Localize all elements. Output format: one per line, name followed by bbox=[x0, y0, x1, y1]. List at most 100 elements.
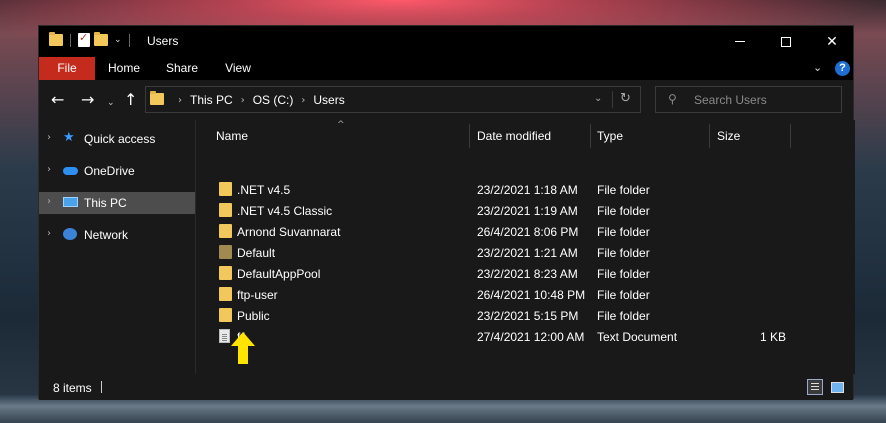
column-header-size[interactable]: Size bbox=[717, 129, 740, 143]
forward-arrow-icon[interactable]: → bbox=[81, 90, 94, 110]
quick-access-toolbar: ⌄ bbox=[49, 31, 133, 47]
sidebar-item-network[interactable]: › Network bbox=[39, 224, 195, 246]
column-divider[interactable] bbox=[790, 124, 791, 148]
file-type: Text Document bbox=[597, 330, 678, 344]
minimize-icon bbox=[735, 41, 745, 42]
tab-share[interactable]: Share bbox=[159, 57, 205, 80]
file-explorer-window: ⌄ Users ✕ File Home Share View ⌄ ? ← → ⌄… bbox=[38, 25, 855, 400]
file-name: ftp-user bbox=[237, 288, 278, 302]
file-type: File folder bbox=[597, 288, 650, 302]
file-date: 23/2/2021 1:18 AM bbox=[477, 183, 578, 197]
item-count: 8 items bbox=[53, 381, 92, 395]
sidebar-item-label: OneDrive bbox=[84, 164, 135, 178]
title-bar: ⌄ Users ✕ bbox=[39, 26, 853, 57]
quick-access-star-icon: ★ bbox=[63, 130, 75, 145]
back-arrow-icon[interactable]: ← bbox=[51, 90, 64, 110]
tab-view[interactable]: View bbox=[215, 57, 261, 80]
sidebar-item-label: This PC bbox=[84, 196, 127, 210]
breadcrumb-users[interactable]: Users bbox=[313, 93, 344, 107]
column-divider[interactable] bbox=[590, 124, 591, 148]
refresh-icon[interactable]: ↻ bbox=[620, 91, 631, 106]
customize-toolbar-chevron-icon[interactable]: ⌄ bbox=[114, 35, 122, 45]
large-icons-view-icon[interactable] bbox=[829, 379, 845, 395]
maximize-button[interactable] bbox=[763, 26, 809, 57]
minimize-button[interactable] bbox=[717, 26, 763, 57]
tab-home[interactable]: Home bbox=[101, 57, 147, 80]
address-bar[interactable]: › This PC › OS (C:) › Users ⌄ ↻ bbox=[145, 86, 641, 113]
breadcrumb-separator-icon[interactable]: › bbox=[178, 95, 182, 106]
file-type: File folder bbox=[597, 309, 650, 323]
close-button[interactable]: ✕ bbox=[809, 26, 855, 57]
sidebar-item-label: Network bbox=[84, 228, 129, 242]
recent-locations-chevron-icon[interactable]: ⌄ bbox=[107, 93, 115, 113]
status-divider bbox=[101, 381, 102, 393]
column-divider[interactable] bbox=[709, 124, 710, 148]
search-input[interactable] bbox=[694, 91, 834, 109]
search-box[interactable]: ⚲ bbox=[655, 86, 842, 113]
expand-ribbon-chevron-icon[interactable]: ⌄ bbox=[813, 61, 822, 74]
sidebar-item-label: Quick access bbox=[84, 132, 156, 146]
help-icon[interactable]: ? bbox=[835, 61, 850, 76]
column-header-type[interactable]: Type bbox=[597, 129, 623, 143]
table-row[interactable]: Public 23/2/2021 5:15 PM File folder bbox=[197, 305, 855, 326]
navigation-pane: › ★ Quick access › OneDrive › This PC › … bbox=[39, 120, 196, 374]
sort-ascending-icon: ^ bbox=[337, 120, 345, 130]
folder-icon bbox=[219, 308, 232, 322]
file-date: 23/2/2021 1:21 AM bbox=[477, 246, 578, 260]
table-row[interactable]: .NET v4.5 23/2/2021 1:18 AM File folder bbox=[197, 179, 855, 200]
toolbar-divider bbox=[128, 33, 130, 47]
table-row[interactable]: f1 27/4/2021 12:00 AM Text Document 1 KB bbox=[197, 326, 855, 347]
column-header-date-modified[interactable]: Date modified bbox=[477, 129, 551, 143]
sidebar-item-this-pc[interactable]: › This PC bbox=[39, 192, 195, 214]
file-name: .NET v4.5 Classic bbox=[237, 204, 333, 218]
file-name: Default bbox=[237, 246, 276, 260]
navigation-bar: ← → ⌄ ↑ › This PC › OS (C:) › Users ⌄ ↻ … bbox=[39, 80, 853, 120]
table-row[interactable]: DefaultAppPool 23/2/2021 8:23 AM File fo… bbox=[197, 263, 855, 284]
folder-icon bbox=[219, 224, 232, 238]
status-bar: 8 items bbox=[39, 374, 853, 400]
expand-chevron-icon[interactable]: › bbox=[47, 196, 51, 207]
up-arrow-icon[interactable]: ↑ bbox=[124, 90, 137, 110]
table-row[interactable]: Arnond Suvannarat 26/4/2021 8:06 PM File… bbox=[197, 221, 855, 242]
file-name: DefaultAppPool bbox=[237, 267, 321, 281]
expand-chevron-icon[interactable]: › bbox=[47, 228, 51, 239]
file-name: Arnond Suvannarat bbox=[237, 225, 341, 239]
breadcrumb-this-pc[interactable]: This PC bbox=[190, 93, 233, 107]
file-date: 26/4/2021 8:06 PM bbox=[477, 225, 579, 239]
folder-icon bbox=[219, 287, 232, 301]
breadcrumb-separator-icon[interactable]: › bbox=[241, 95, 245, 106]
breadcrumb-os-c[interactable]: OS (C:) bbox=[253, 93, 294, 107]
ribbon-tabs: File Home Share View ⌄ ? bbox=[39, 57, 853, 80]
sidebar-item-quick-access[interactable]: › ★ Quick access bbox=[39, 128, 195, 150]
tab-file[interactable]: File bbox=[39, 57, 95, 80]
file-type: File folder bbox=[597, 183, 650, 197]
breadcrumb: › This PC › OS (C:) › Users bbox=[170, 93, 345, 107]
folder-icon bbox=[219, 203, 232, 217]
file-date: 23/2/2021 8:23 AM bbox=[477, 267, 578, 281]
column-header-name[interactable]: Name bbox=[216, 129, 248, 143]
file-type: File folder bbox=[597, 246, 650, 260]
properties-icon[interactable] bbox=[78, 31, 90, 47]
sidebar-item-onedrive[interactable]: › OneDrive bbox=[39, 160, 195, 182]
file-list: ^ Name Date modified Type Size .NET v4.5… bbox=[197, 120, 855, 374]
annotation-up-arrow-icon bbox=[231, 332, 255, 364]
hidden-folder-icon bbox=[219, 245, 232, 259]
file-date: 27/4/2021 12:00 AM bbox=[477, 330, 585, 344]
expand-chevron-icon[interactable]: › bbox=[47, 132, 51, 143]
expand-chevron-icon[interactable]: › bbox=[47, 164, 51, 175]
table-row[interactable]: Default 23/2/2021 1:21 AM File folder bbox=[197, 242, 855, 263]
file-date: 23/2/2021 5:15 PM bbox=[477, 309, 579, 323]
file-name: Public bbox=[237, 309, 270, 323]
text-document-icon bbox=[219, 329, 230, 343]
file-date: 26/4/2021 10:48 PM bbox=[477, 288, 586, 302]
file-type: File folder bbox=[597, 267, 650, 281]
column-divider[interactable] bbox=[469, 124, 470, 148]
table-row[interactable]: ftp-user 26/4/2021 10:48 PM File folder bbox=[197, 284, 855, 305]
breadcrumb-separator-icon[interactable]: › bbox=[301, 95, 305, 106]
details-view-icon[interactable] bbox=[807, 379, 823, 395]
address-dropdown-chevron-icon[interactable]: ⌄ bbox=[594, 93, 602, 104]
new-folder-icon[interactable] bbox=[94, 32, 108, 46]
file-size: 1 KB bbox=[760, 330, 787, 344]
table-row[interactable]: .NET v4.5 Classic 23/2/2021 1:19 AM File… bbox=[197, 200, 855, 221]
close-icon: ✕ bbox=[826, 33, 838, 50]
